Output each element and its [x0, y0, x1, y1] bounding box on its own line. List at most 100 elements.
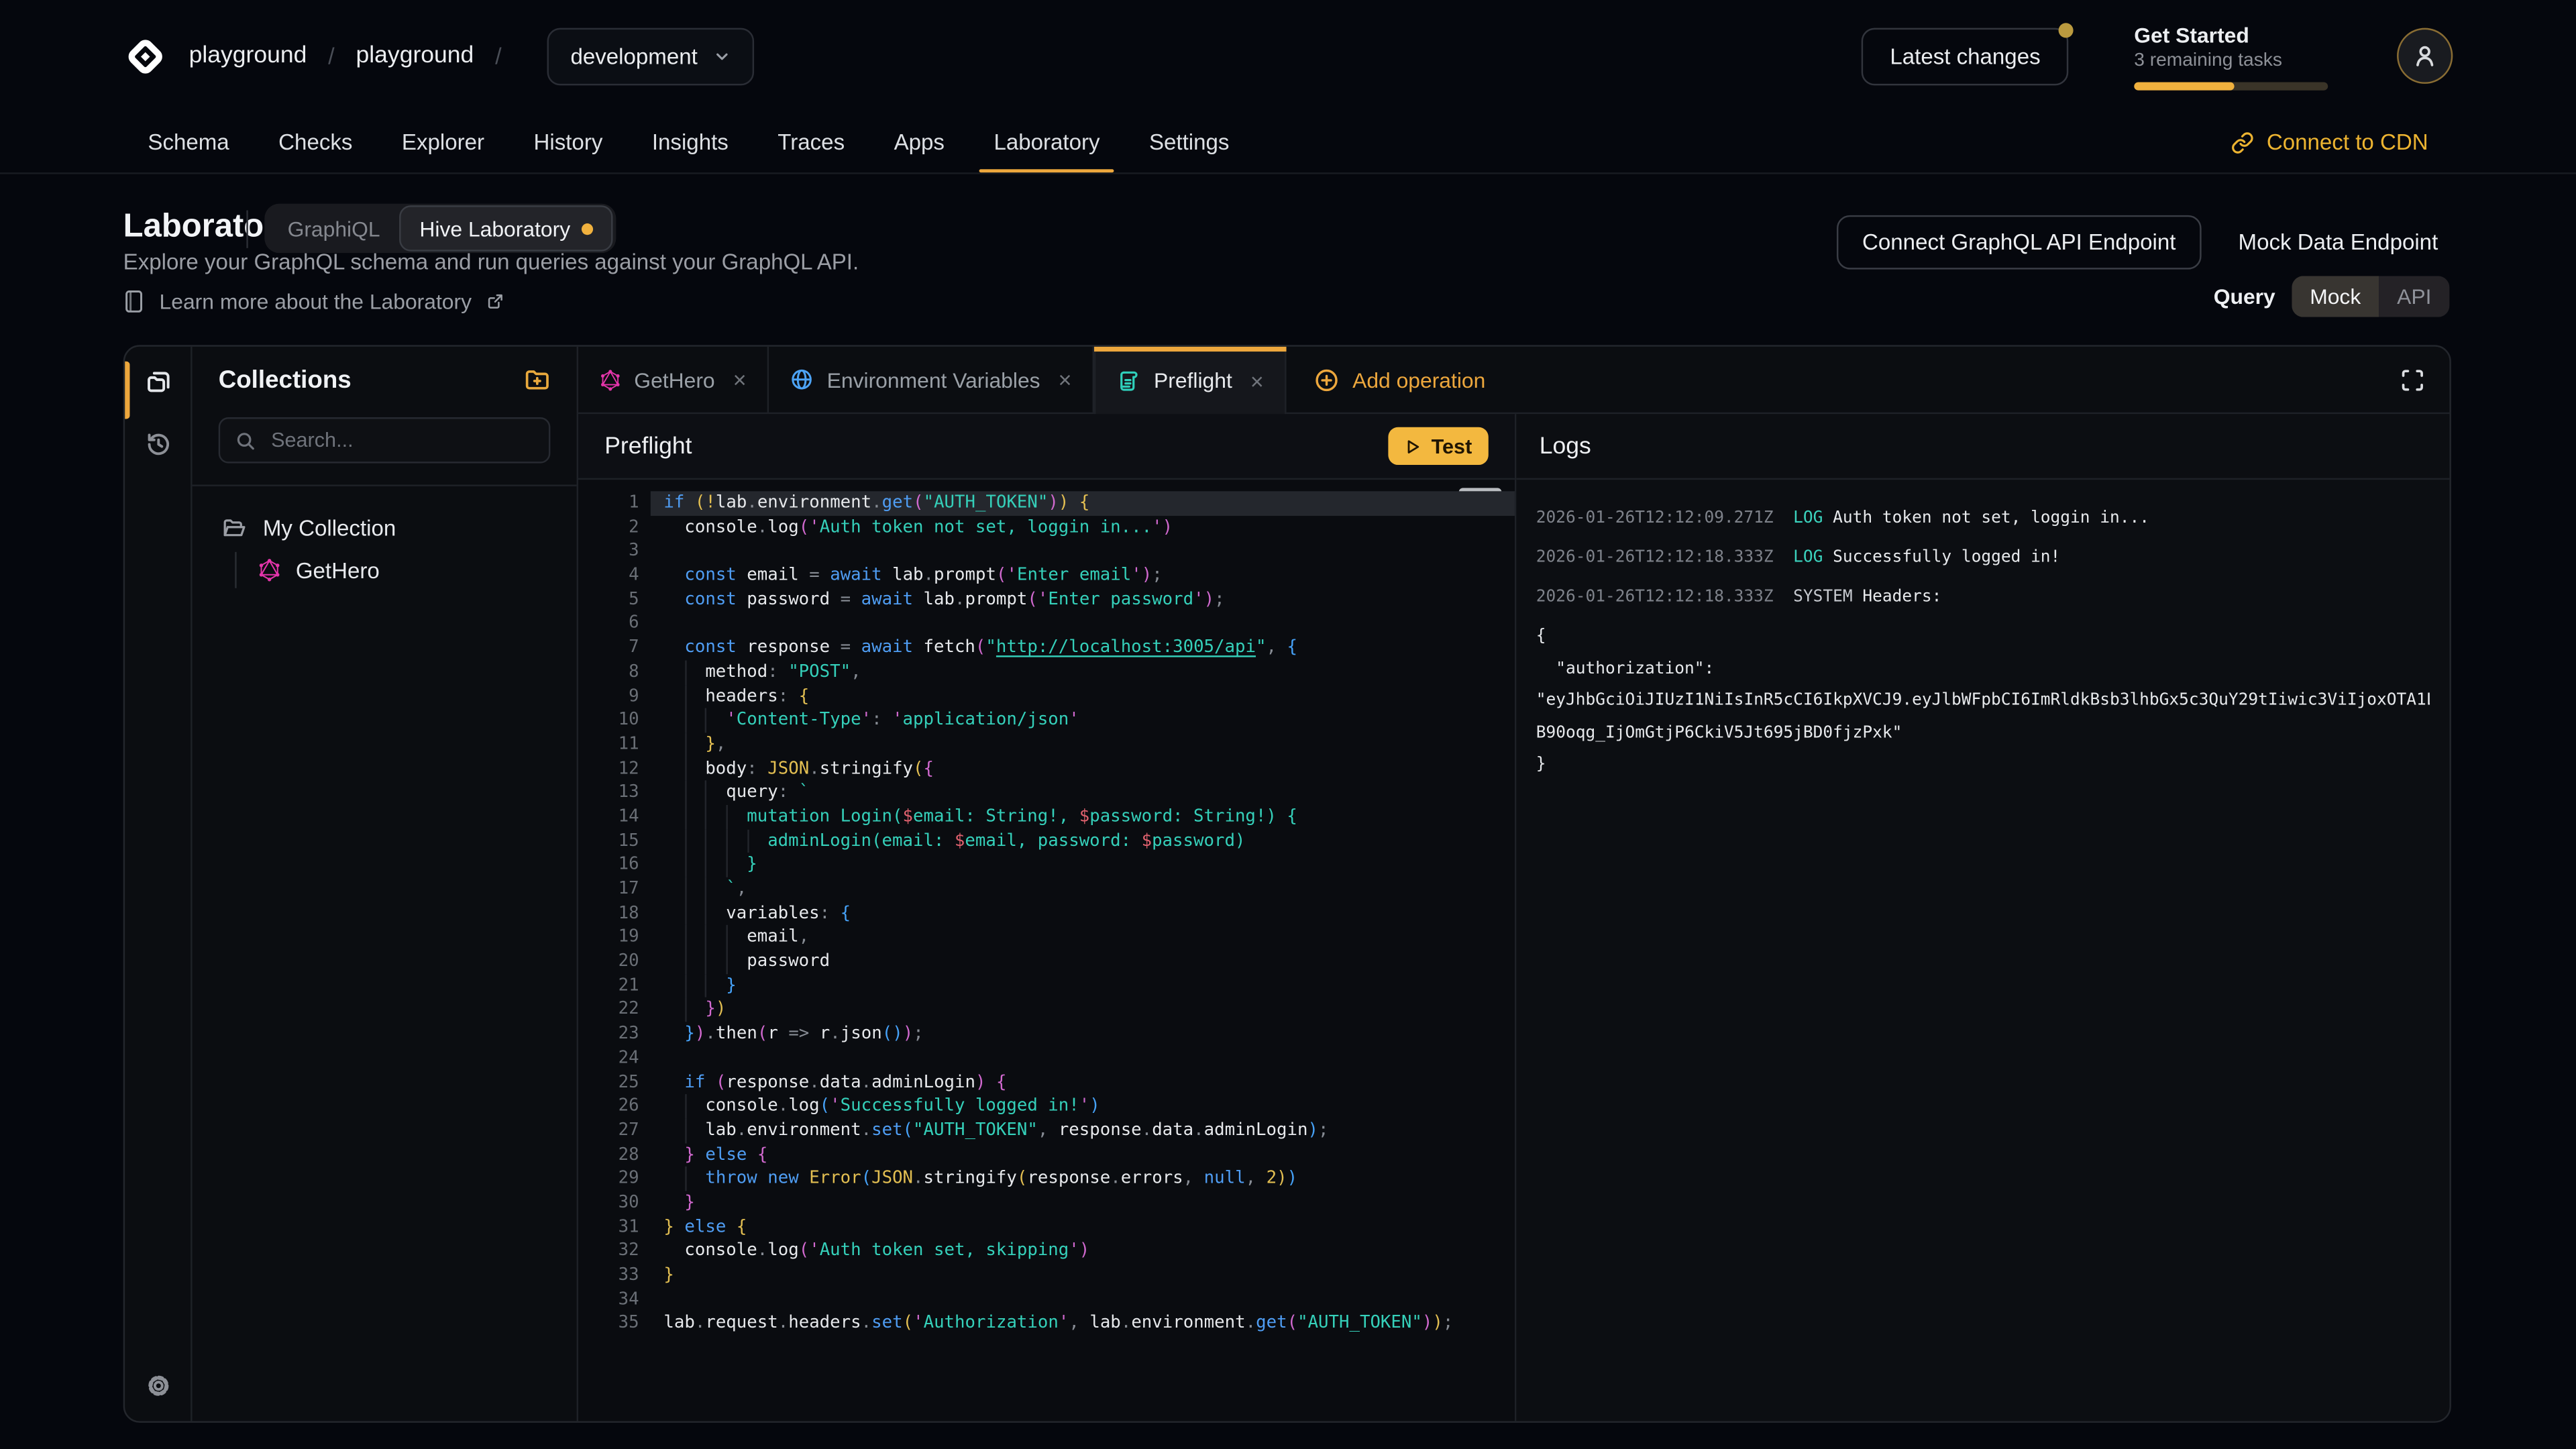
mock-data-endpoint-button[interactable]: Mock Data Endpoint [2239, 230, 2438, 255]
nav-tab-history[interactable]: History [533, 112, 602, 173]
nav-tab-settings[interactable]: Settings [1149, 112, 1229, 173]
indent-guide [684, 1094, 686, 1118]
toggle-option-hive-laboratory[interactable]: Hive Laboratory [400, 205, 613, 252]
log-json-line: B90oqg_IjOmGtjP6CkiV5Jt695jBD0fjzPxk" [1536, 717, 2430, 749]
collection-folder-label: My Collection [263, 515, 396, 540]
line-number: 16 [578, 853, 639, 877]
nav-tab-schema[interactable]: Schema [148, 112, 229, 173]
collections-search[interactable] [219, 417, 551, 464]
search-input[interactable] [268, 427, 534, 453]
indent-guide [705, 781, 706, 805]
code-line: 25 if (response.data.adminLogin) { [578, 1071, 1515, 1095]
segment-api[interactable]: API [2379, 276, 2449, 317]
line-content: 'Content-Type': 'application/json' [663, 708, 1515, 733]
close-icon[interactable]: × [1250, 367, 1264, 393]
indent-guide [684, 708, 686, 733]
search-icon [235, 429, 256, 451]
line-content [663, 1287, 1515, 1311]
get-started-progressbar [2134, 81, 2328, 89]
plus-circle-icon [1315, 367, 1340, 392]
code-line: 4 const email = await lab.prompt('Enter … [578, 564, 1515, 588]
indent-guide [726, 950, 727, 974]
globe-icon [791, 368, 814, 391]
line-content: `, [663, 877, 1515, 902]
test-button[interactable]: Test [1389, 427, 1489, 465]
add-operation-button[interactable]: Add operation [1287, 347, 1513, 413]
nav-tab-explorer[interactable]: Explorer [402, 112, 484, 173]
nav-tab-insights[interactable]: Insights [652, 112, 729, 173]
tab-environment-variables[interactable]: Environment Variables× [769, 347, 1095, 413]
add-collection-button[interactable] [524, 366, 550, 392]
breadcrumb-org[interactable]: playground [189, 43, 307, 69]
breadcrumb-project[interactable]: playground [356, 43, 474, 69]
latest-changes-button[interactable]: Latest changes [1862, 27, 2069, 85]
nav-tab-traces[interactable]: Traces [777, 112, 845, 173]
breadcrumb-separator: / [328, 43, 335, 69]
target-selector[interactable]: development [547, 27, 753, 85]
get-started-widget[interactable]: Get Started 3 remaining tasks [2134, 22, 2331, 89]
connect-to-cdn-link[interactable]: Connect to CDN [2231, 112, 2428, 173]
close-icon[interactable]: × [733, 366, 747, 392]
collections-tree: My Collection GetHero [193, 486, 577, 592]
line-content: const email = await lab.prompt('Enter em… [663, 564, 1515, 588]
code-line: 1if (!lab.environment.get("AUTH_TOKEN"))… [578, 491, 1515, 515]
fullscreen-button[interactable] [2400, 347, 2449, 413]
log-entry: 2026-01-26T12:12:18.333Z SYSTEM Headers: [1536, 582, 2430, 614]
editor-title: Preflight [604, 433, 692, 459]
collections-rail-button[interactable] [125, 368, 191, 396]
settings-rail-button[interactable] [125, 1372, 191, 1400]
tab-preflight[interactable]: Preflight× [1095, 347, 1287, 414]
line-number: 13 [578, 781, 639, 805]
line-number: 20 [578, 950, 639, 974]
log-json-line: { [1536, 621, 2430, 653]
log-level: LOG [1793, 549, 1833, 567]
line-content: }) [663, 998, 1515, 1022]
nav-tab-laboratory[interactable]: Laboratory [994, 112, 1099, 173]
collection-folder[interactable]: My Collection [193, 506, 577, 549]
line-content [663, 539, 1515, 564]
code-line: 10 'Content-Type': 'application/json' [578, 708, 1515, 733]
log-json-line: "authorization": [1536, 653, 2430, 685]
target-selector-value: development [570, 44, 697, 68]
status-dot [582, 223, 593, 234]
history-rail-button[interactable] [125, 431, 191, 459]
tab-gethero[interactable]: GetHero× [578, 347, 769, 413]
hive-logo-icon[interactable] [123, 34, 168, 78]
log-timestamp: 2026-01-26T12:12:18.333Z [1536, 588, 1793, 606]
nav-tab-checks[interactable]: Checks [278, 112, 352, 173]
line-number: 27 [578, 1118, 639, 1142]
code-line: 18 variables: { [578, 902, 1515, 926]
indent-guide [684, 1167, 686, 1191]
indent-guide [726, 853, 727, 877]
line-content: variables: { [663, 902, 1515, 926]
external-link-icon [486, 292, 504, 311]
line-number: 29 [578, 1167, 639, 1191]
code-editor[interactable]: 1if (!lab.environment.get("AUTH_TOKEN"))… [578, 480, 1515, 1421]
collections-title: Collections [219, 366, 352, 394]
indent-guide [684, 757, 686, 781]
log-entry: 2026-01-26T12:12:09.271Z LOG Auth token … [1536, 502, 2430, 535]
log-entry: 2026-01-26T12:12:18.333Z LOG Successfull… [1536, 542, 2430, 574]
mock-api-segmented-control: Mock API [2292, 276, 2449, 317]
line-content: if (!lab.environment.get("AUTH_TOKEN")) … [663, 491, 1515, 515]
user-avatar[interactable] [2397, 28, 2453, 84]
line-number: 34 [578, 1287, 639, 1311]
close-icon[interactable]: × [1059, 366, 1072, 392]
indent-guide [684, 853, 686, 877]
log-level: SYSTEM [1793, 588, 1862, 606]
breadcrumb-separator: / [495, 43, 502, 69]
connect-graphql-api-endpoint-button[interactable]: Connect GraphQL API Endpoint [1836, 215, 2202, 270]
nav-tab-apps[interactable]: Apps [894, 112, 945, 173]
line-number: 22 [578, 998, 639, 1022]
expand-icon [2400, 367, 2425, 392]
segment-mock[interactable]: Mock [2292, 276, 2379, 317]
line-content: console.log('Successfully logged in!') [663, 1094, 1515, 1118]
code-line: 31} else { [578, 1215, 1515, 1239]
toggle-option-graphiql[interactable]: GraphiQL [268, 216, 400, 241]
indent-guide [726, 926, 727, 950]
learn-more-link[interactable]: Learn more about the Laboratory [123, 289, 504, 314]
line-content: console.log('Auth token not set, loggin … [663, 515, 1515, 539]
line-content: adminLogin(email: $email, password: $pas… [663, 829, 1515, 853]
logs-output[interactable]: 2026-01-26T12:12:09.271Z LOG Auth token … [1516, 480, 2449, 1421]
collection-operation-gethero[interactable]: GetHero [193, 549, 577, 592]
